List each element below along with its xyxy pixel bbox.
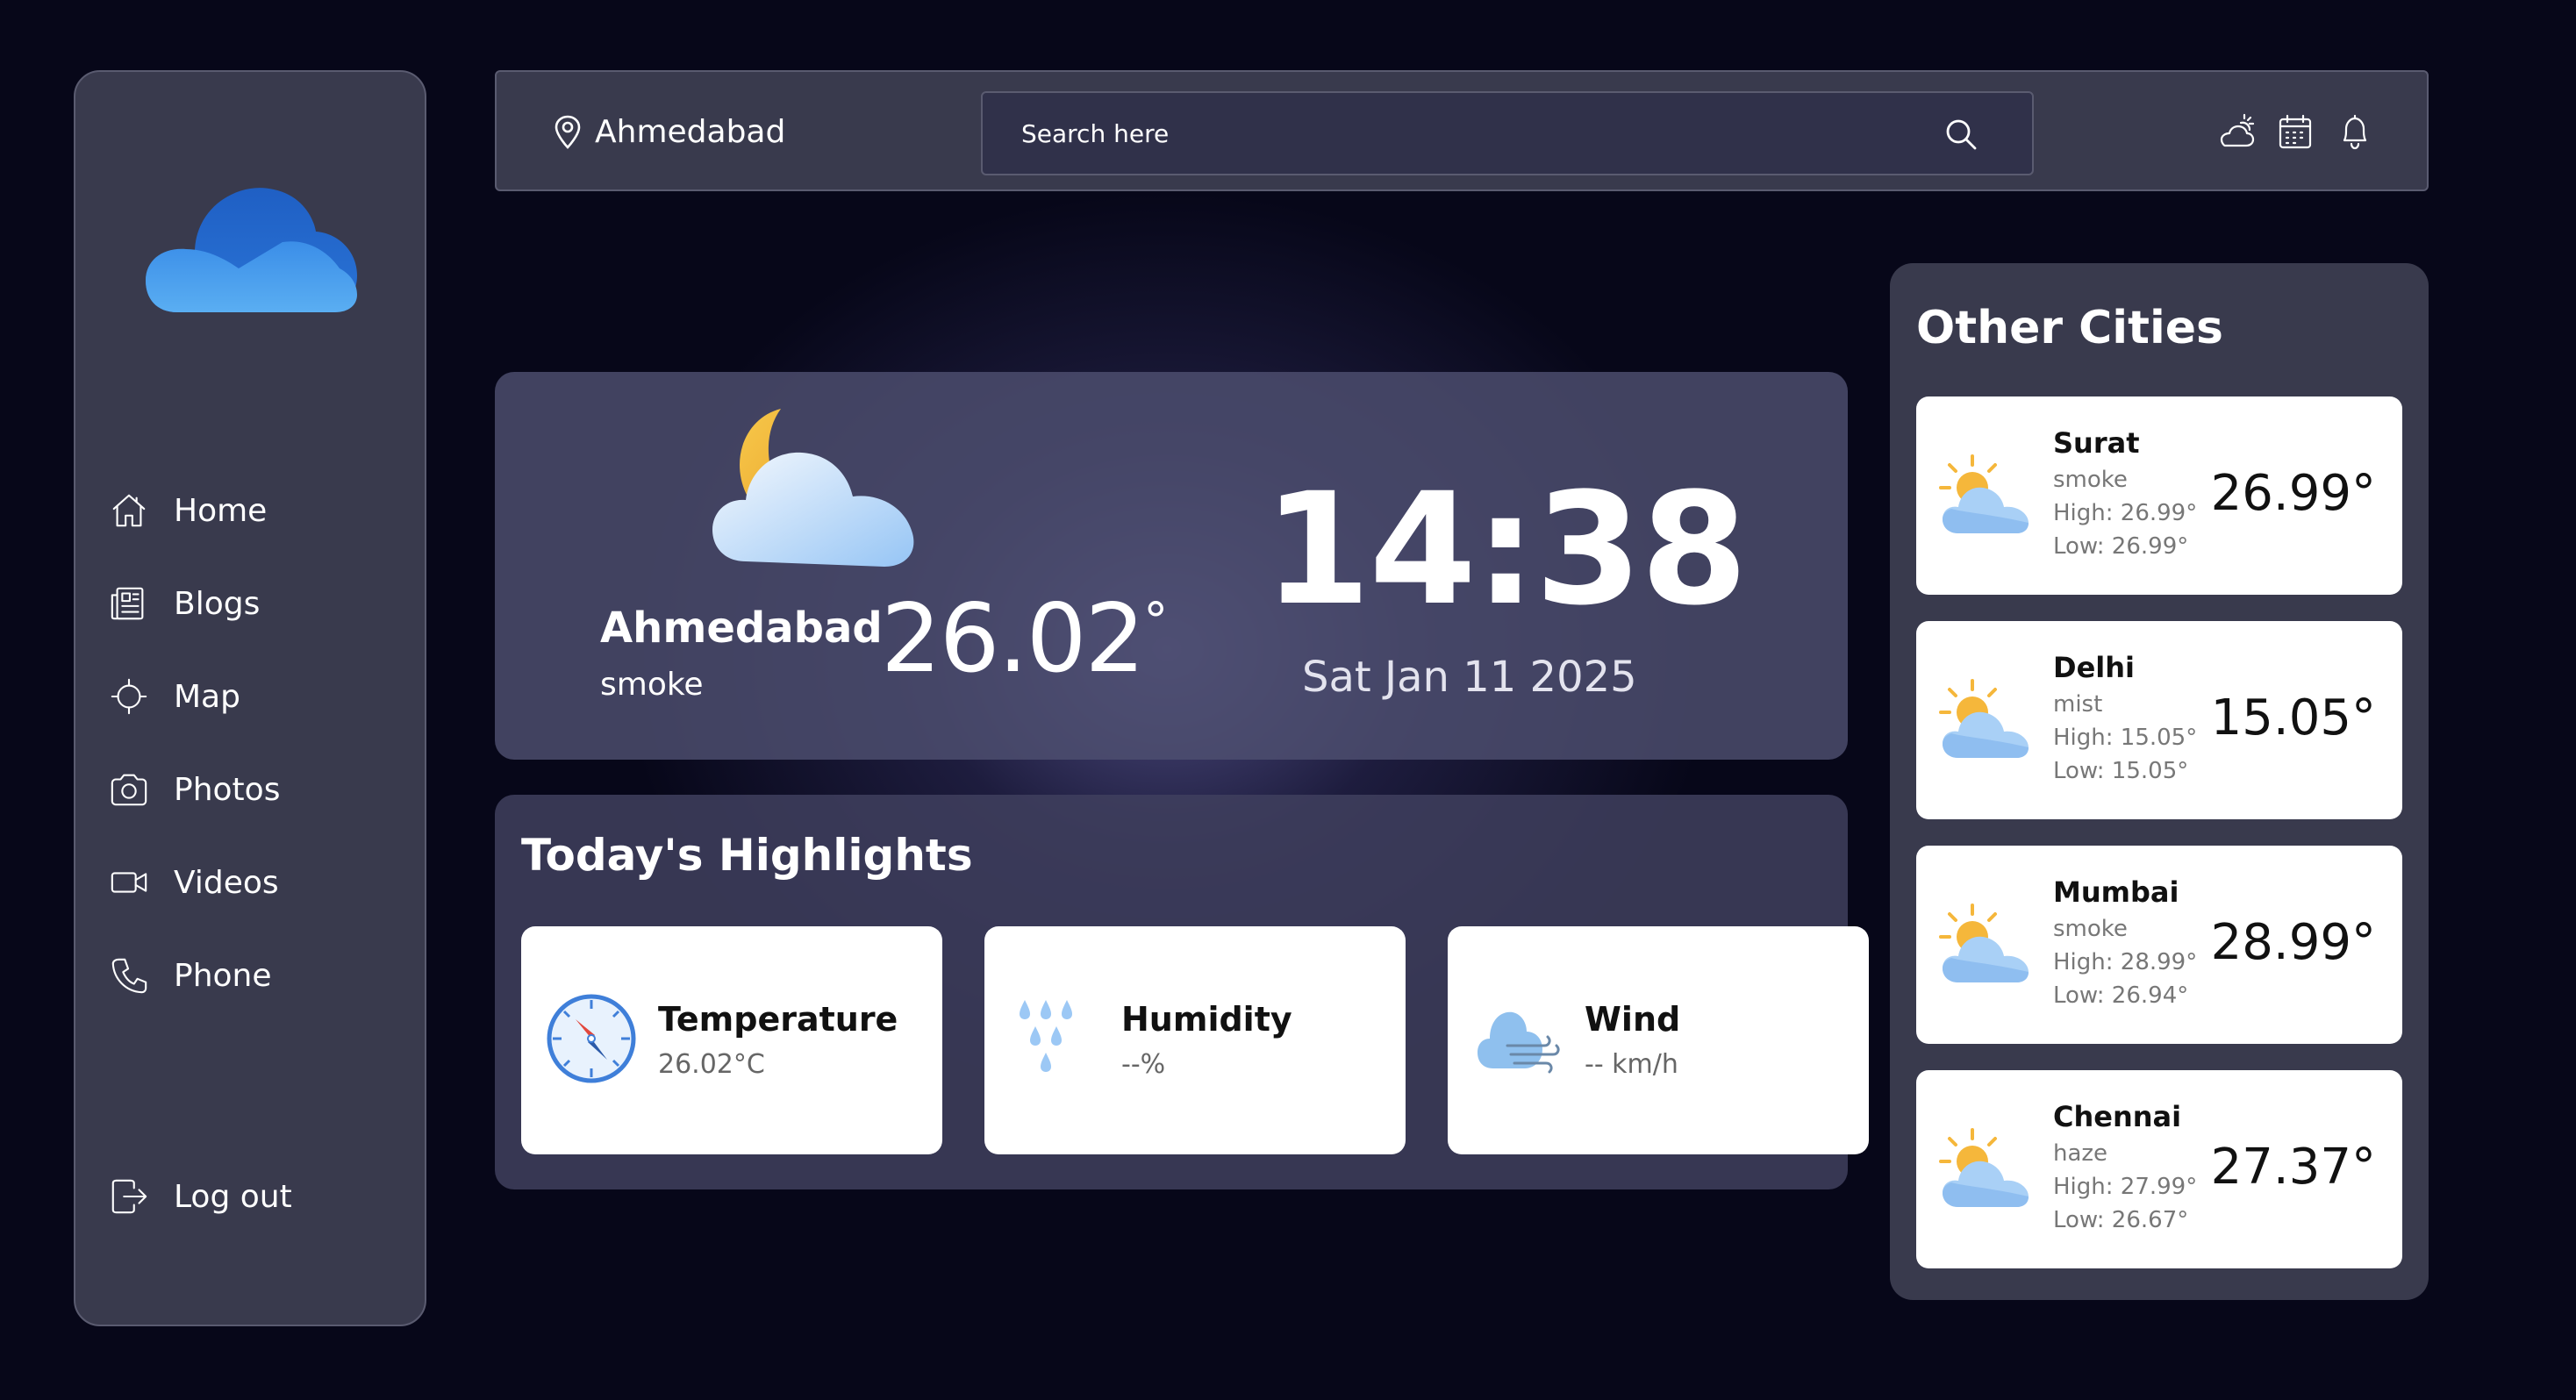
city-name: Chennai xyxy=(2053,1100,2182,1133)
degree-symbol: ° xyxy=(1143,593,1168,650)
sun-cloud-icon xyxy=(1937,677,2034,761)
logout-icon xyxy=(111,1179,147,1214)
city-name: Mumbai xyxy=(2053,875,2179,909)
location-pin-icon xyxy=(555,115,581,149)
highlights-title: Today's Highlights xyxy=(521,830,973,881)
sidebar-item-map[interactable]: Map xyxy=(109,670,240,723)
search-box xyxy=(981,91,2034,175)
sidebar-item-label: Blogs xyxy=(174,585,261,622)
current-temperature: 26.02° xyxy=(881,584,1168,694)
sidebar-item-blogs[interactable]: Blogs xyxy=(109,577,260,630)
city-card-delhi[interactable]: Delhi mist High: 15.05° Low: 15.05° 15.0… xyxy=(1916,621,2402,819)
city-name: Surat xyxy=(2053,426,2140,460)
home-icon xyxy=(112,494,146,527)
city-low: Low: 15.05° xyxy=(2053,758,2189,784)
sun-cloud-icon xyxy=(1937,902,2034,986)
sidebar-item-label: Videos xyxy=(174,864,279,901)
camera-icon xyxy=(111,774,147,806)
sidebar-item-label: Phone xyxy=(174,957,272,994)
crosshair-icon xyxy=(111,678,147,715)
logout-label: Log out xyxy=(174,1178,292,1215)
wind-icon xyxy=(1472,993,1563,1084)
moon-cloud-icon xyxy=(711,405,939,572)
weather-icon[interactable] xyxy=(2216,112,2255,151)
city-high: High: 26.99° xyxy=(2053,500,2198,526)
search-icon[interactable] xyxy=(1944,118,1978,151)
other-cities-title: Other Cities xyxy=(1916,302,2223,354)
sidebar-item-label: Home xyxy=(174,492,268,529)
video-icon xyxy=(111,872,147,893)
city-temperature: 26.99° xyxy=(2210,465,2376,522)
compass-icon xyxy=(546,993,637,1084)
current-location[interactable]: Ahmedabad xyxy=(553,105,785,158)
city-name: Delhi xyxy=(2053,651,2135,684)
search-input[interactable] xyxy=(983,93,2032,174)
city-temperature: 27.37° xyxy=(2210,1139,2376,1196)
location-label: Ahmedabad xyxy=(595,113,786,150)
city-card-surat[interactable]: Surat smoke High: 26.99° Low: 26.99° 26.… xyxy=(1916,396,2402,595)
sidebar: Home Blogs Map Photos Videos Phone Log o… xyxy=(74,70,426,1326)
sidebar-item-label: Photos xyxy=(174,771,281,808)
newspaper-icon xyxy=(111,587,144,620)
highlight-value: 26.02°C xyxy=(658,1049,765,1080)
other-cities-panel: Other Cities Surat smoke High: 26.99° Lo… xyxy=(1890,263,2429,1300)
highlights-panel: Today's Highlights Temperature 26.02°C H… xyxy=(495,795,1869,1189)
highlight-name: Wind xyxy=(1585,1000,1681,1039)
highlight-value: -- km/h xyxy=(1585,1049,1678,1080)
sidebar-item-label: Map xyxy=(174,678,240,715)
city-temperature: 15.05° xyxy=(2210,689,2376,746)
city-condition: smoke xyxy=(2053,467,2128,493)
city-high: High: 28.99° xyxy=(2053,949,2198,975)
current-date: Sat Jan 11 2025 xyxy=(1302,653,1637,702)
city-high: High: 27.99° xyxy=(2053,1174,2198,1200)
highlight-card-humidity: Humidity --% xyxy=(984,926,1406,1154)
current-weather-card: Ahmedabad smoke 26.02° 14:38 Sat Jan 11 … xyxy=(495,372,1848,760)
sidebar-item-videos[interactable]: Videos xyxy=(109,856,279,909)
temperature-value: 26.02 xyxy=(881,584,1145,694)
highlight-name: Humidity xyxy=(1121,1000,1292,1039)
current-time: 14:38 xyxy=(1263,460,1748,639)
city-condition: smoke xyxy=(2053,916,2128,942)
sidebar-item-photos[interactable]: Photos xyxy=(109,763,280,816)
sidebar-item-home[interactable]: Home xyxy=(109,484,267,537)
city-low: Low: 26.67° xyxy=(2053,1207,2189,1233)
current-city: Ahmedabad xyxy=(600,604,883,653)
city-card-mumbai[interactable]: Mumbai smoke High: 28.99° Low: 26.94° 28… xyxy=(1916,846,2402,1044)
city-low: Low: 26.99° xyxy=(2053,533,2189,560)
sidebar-item-phone[interactable]: Phone xyxy=(109,949,272,1002)
cloud-logo-icon[interactable] xyxy=(142,172,361,318)
city-card-chennai[interactable]: Chennai haze High: 27.99° Low: 26.67° 27… xyxy=(1916,1070,2402,1268)
logout-button[interactable]: Log out xyxy=(109,1170,292,1223)
highlight-name: Temperature xyxy=(658,1000,898,1039)
current-condition: smoke xyxy=(600,667,704,703)
highlight-value: --% xyxy=(1121,1049,1166,1080)
rain-drops-icon xyxy=(1009,993,1100,1084)
city-temperature: 28.99° xyxy=(2210,914,2376,971)
bell-icon[interactable] xyxy=(2336,112,2374,151)
phone-icon xyxy=(111,958,147,994)
header-icons xyxy=(2216,112,2374,151)
sun-cloud-icon xyxy=(1937,1126,2034,1211)
calendar-icon[interactable] xyxy=(2276,112,2315,151)
sun-cloud-icon xyxy=(1937,453,2034,537)
highlight-card-wind: Wind -- km/h xyxy=(1448,926,1869,1154)
highlight-card-temperature: Temperature 26.02°C xyxy=(521,926,942,1154)
city-low: Low: 26.94° xyxy=(2053,982,2189,1009)
city-condition: mist xyxy=(2053,691,2103,718)
city-condition: haze xyxy=(2053,1140,2108,1167)
city-high: High: 15.05° xyxy=(2053,725,2198,751)
top-bar: Ahmedabad xyxy=(495,70,2429,191)
